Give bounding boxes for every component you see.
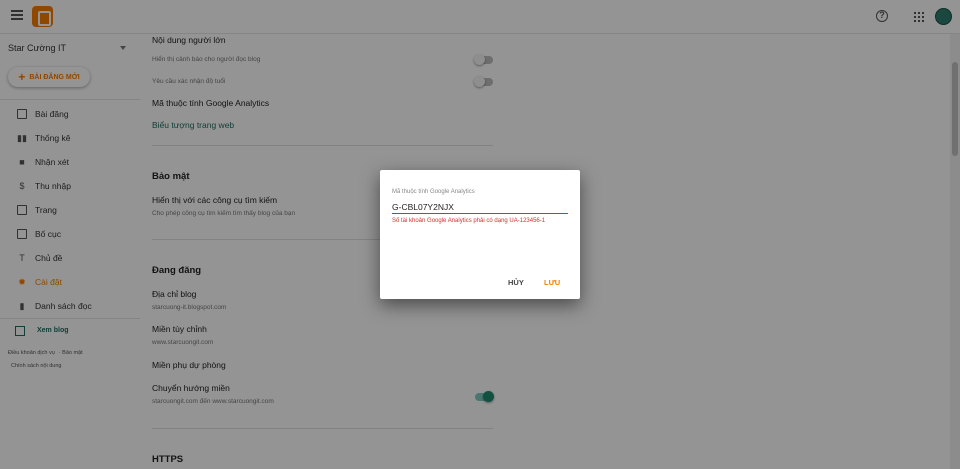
ga-error-message: Số tài khoản Google Analytics phải có dạ… xyxy=(392,218,546,224)
save-button[interactable]: LƯU xyxy=(544,278,560,287)
cancel-button[interactable]: HỦY xyxy=(508,278,524,287)
ga-property-input[interactable] xyxy=(392,200,568,214)
ga-property-dialog: Mã thuộc tính Google Analytics Số tài kh… xyxy=(380,170,580,299)
ga-field-label: Mã thuộc tính Google Analytics xyxy=(392,189,475,195)
